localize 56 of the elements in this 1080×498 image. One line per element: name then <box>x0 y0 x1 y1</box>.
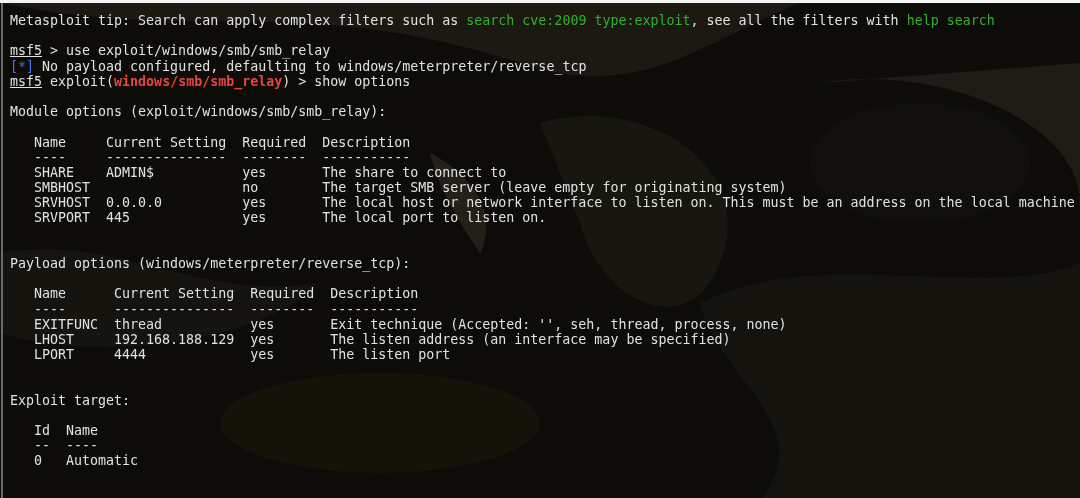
column-header: Required <box>242 134 307 150</box>
table-cell: EXITFUNC <box>34 316 99 332</box>
table-cell: 4444 <box>114 347 147 363</box>
column-rule: --------------- <box>114 301 235 317</box>
section-title: Module options (exploit/windows/smb/smb_relay): <box>10 104 387 120</box>
column-rule: ----------- <box>322 149 411 165</box>
command-line: msf5 > use exploit/windows/smb/smb_relay <box>10 43 332 59</box>
command-line: msf5 exploit(windows/smb/smb_relay) > show options <box>10 73 411 89</box>
table-cell: SRVPORT <box>34 210 91 226</box>
table-cell: 0 <box>34 453 43 469</box>
table-cell: SHARE <box>34 164 75 180</box>
table-cell: yes <box>242 195 267 211</box>
table-cell: 192.168.188.129 <box>114 331 235 347</box>
column-rule: -------- <box>250 301 315 317</box>
column-header: Name <box>34 134 67 150</box>
table-cell: no <box>242 180 259 196</box>
table-cell: The listen address (an interface may be specified) <box>330 331 731 347</box>
column-header: Name <box>66 423 99 439</box>
column-rule: ----------- <box>330 301 419 317</box>
column-rule: ---- <box>34 301 67 317</box>
table-cell: The share to connect to <box>322 164 507 180</box>
table-cell: SRVHOST <box>34 195 91 211</box>
column-header: Description <box>322 134 411 150</box>
table-cell: ADMIN$ <box>106 164 155 180</box>
column-header: Name <box>34 286 67 302</box>
table-cell: LHOST <box>34 331 75 347</box>
table-cell: yes <box>250 316 275 332</box>
table-cell: LPORT <box>34 347 75 363</box>
tip-message: Metasploit tip: Search can apply complex filters such as search cve:2009 type:exploit, see all the filters with help search <box>10 13 996 29</box>
info-message: [*] No payload configured, defaulting to windows/meterpreter/reverse_tcp <box>10 58 588 74</box>
column-header: Description <box>330 286 419 302</box>
table-cell: Automatic <box>66 453 139 469</box>
table-cell: SMBHOST <box>34 180 91 196</box>
column-header: Current Setting <box>106 134 227 150</box>
column-header: Id <box>34 423 51 439</box>
table-cell: yes <box>242 164 267 180</box>
table-cell: Exit technique (Accepted: '', seh, thread, process, none) <box>330 316 787 332</box>
table-cell: 0.0.0.0 <box>106 195 163 211</box>
column-rule: ---- <box>66 438 99 454</box>
table-cell: yes <box>242 210 267 226</box>
table-cell: thread <box>114 316 163 332</box>
table-cell: The local port to listen on. <box>322 210 547 226</box>
column-rule: -------- <box>242 149 307 165</box>
section-title: Exploit target: <box>10 392 131 408</box>
column-rule: --------------- <box>106 149 227 165</box>
table-cell: 445 <box>106 210 131 226</box>
column-header: Current Setting <box>114 286 235 302</box>
section-title: Payload options (windows/meterpreter/reverse_tcp): <box>10 256 411 271</box>
column-rule: -- <box>34 438 51 454</box>
table-cell: The local host or network interface to listen on. This must be an address on the local machine <box>322 195 1075 211</box>
table-cell: The listen port <box>330 347 451 363</box>
table-cell: The target SMB server (leave empty for originating system) <box>322 180 787 196</box>
column-rule: ---- <box>34 149 67 165</box>
column-header: Required <box>250 286 315 302</box>
table-cell: yes <box>250 347 275 363</box>
table-cell: yes <box>250 331 275 347</box>
